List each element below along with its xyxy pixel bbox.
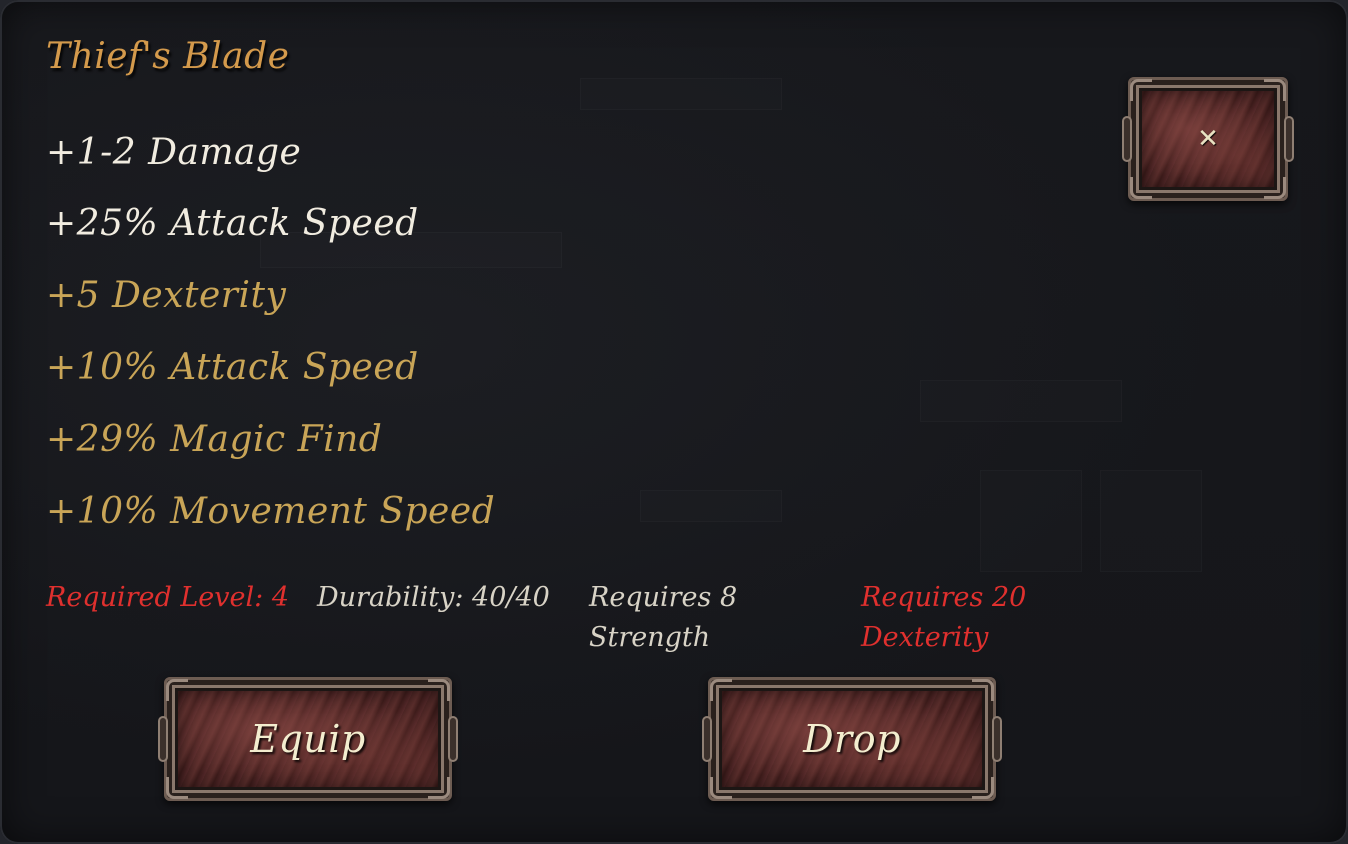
- background-ghost: [580, 78, 782, 110]
- background-ghost: [1100, 470, 1202, 572]
- close-icon: ✕: [1197, 124, 1219, 154]
- frame-corner: [1264, 177, 1286, 199]
- close-button[interactable]: ✕: [1122, 77, 1294, 201]
- item-name: Thief's Blade: [46, 36, 290, 77]
- drop-button[interactable]: Drop: [702, 677, 1002, 801]
- frame-corner: [972, 679, 994, 701]
- background-ghost: [980, 470, 1082, 572]
- drop-button-label: Drop: [803, 717, 901, 761]
- frame-corner: [1264, 79, 1286, 101]
- dexterity-requirement-line2: Dexterity: [861, 622, 989, 653]
- dexterity-requirement: Requires 20 Dexterity: [861, 578, 1026, 658]
- magic-stat-movement-speed: +10% Movement Speed: [46, 491, 496, 532]
- required-level: Required Level: 4: [46, 582, 289, 613]
- equip-button-label: Equip: [250, 717, 366, 761]
- frame-side: [992, 716, 1002, 762]
- equip-button[interactable]: Equip: [158, 677, 458, 801]
- frame-corner: [710, 777, 732, 799]
- magic-stat-magic-find: +29% Magic Find: [46, 419, 383, 460]
- frame-corner: [428, 679, 450, 701]
- frame-corner: [710, 679, 732, 701]
- magic-stat-dexterity: +5 Dexterity: [46, 275, 287, 316]
- dexterity-requirement-line1: Requires 20: [861, 582, 1027, 613]
- frame-side: [702, 716, 712, 762]
- frame-side: [1284, 116, 1294, 162]
- strength-requirement-line2: Strength: [589, 622, 711, 653]
- frame-corner: [166, 777, 188, 799]
- item-tooltip-panel: Thief's Blade +1-2 Damage +25% Attack Sp…: [0, 0, 1348, 844]
- durability: Durability: 40/40: [317, 582, 550, 613]
- frame-side: [1122, 116, 1132, 162]
- frame-corner: [1130, 177, 1152, 199]
- magic-stat-attack-speed: +10% Attack Speed: [46, 347, 419, 388]
- frame-side: [158, 716, 168, 762]
- frame-corner: [166, 679, 188, 701]
- strength-requirement-line1: Requires 8: [589, 582, 738, 613]
- frame-corner: [1130, 79, 1152, 101]
- background-ghost: [640, 490, 782, 522]
- background-ghost: [920, 380, 1122, 422]
- base-stat-attack-speed: +25% Attack Speed: [46, 203, 419, 244]
- base-stat-damage: +1-2 Damage: [46, 132, 302, 173]
- frame-corner: [972, 777, 994, 799]
- strength-requirement: Requires 8 Strength: [589, 578, 737, 658]
- frame-corner: [428, 777, 450, 799]
- frame-side: [448, 716, 458, 762]
